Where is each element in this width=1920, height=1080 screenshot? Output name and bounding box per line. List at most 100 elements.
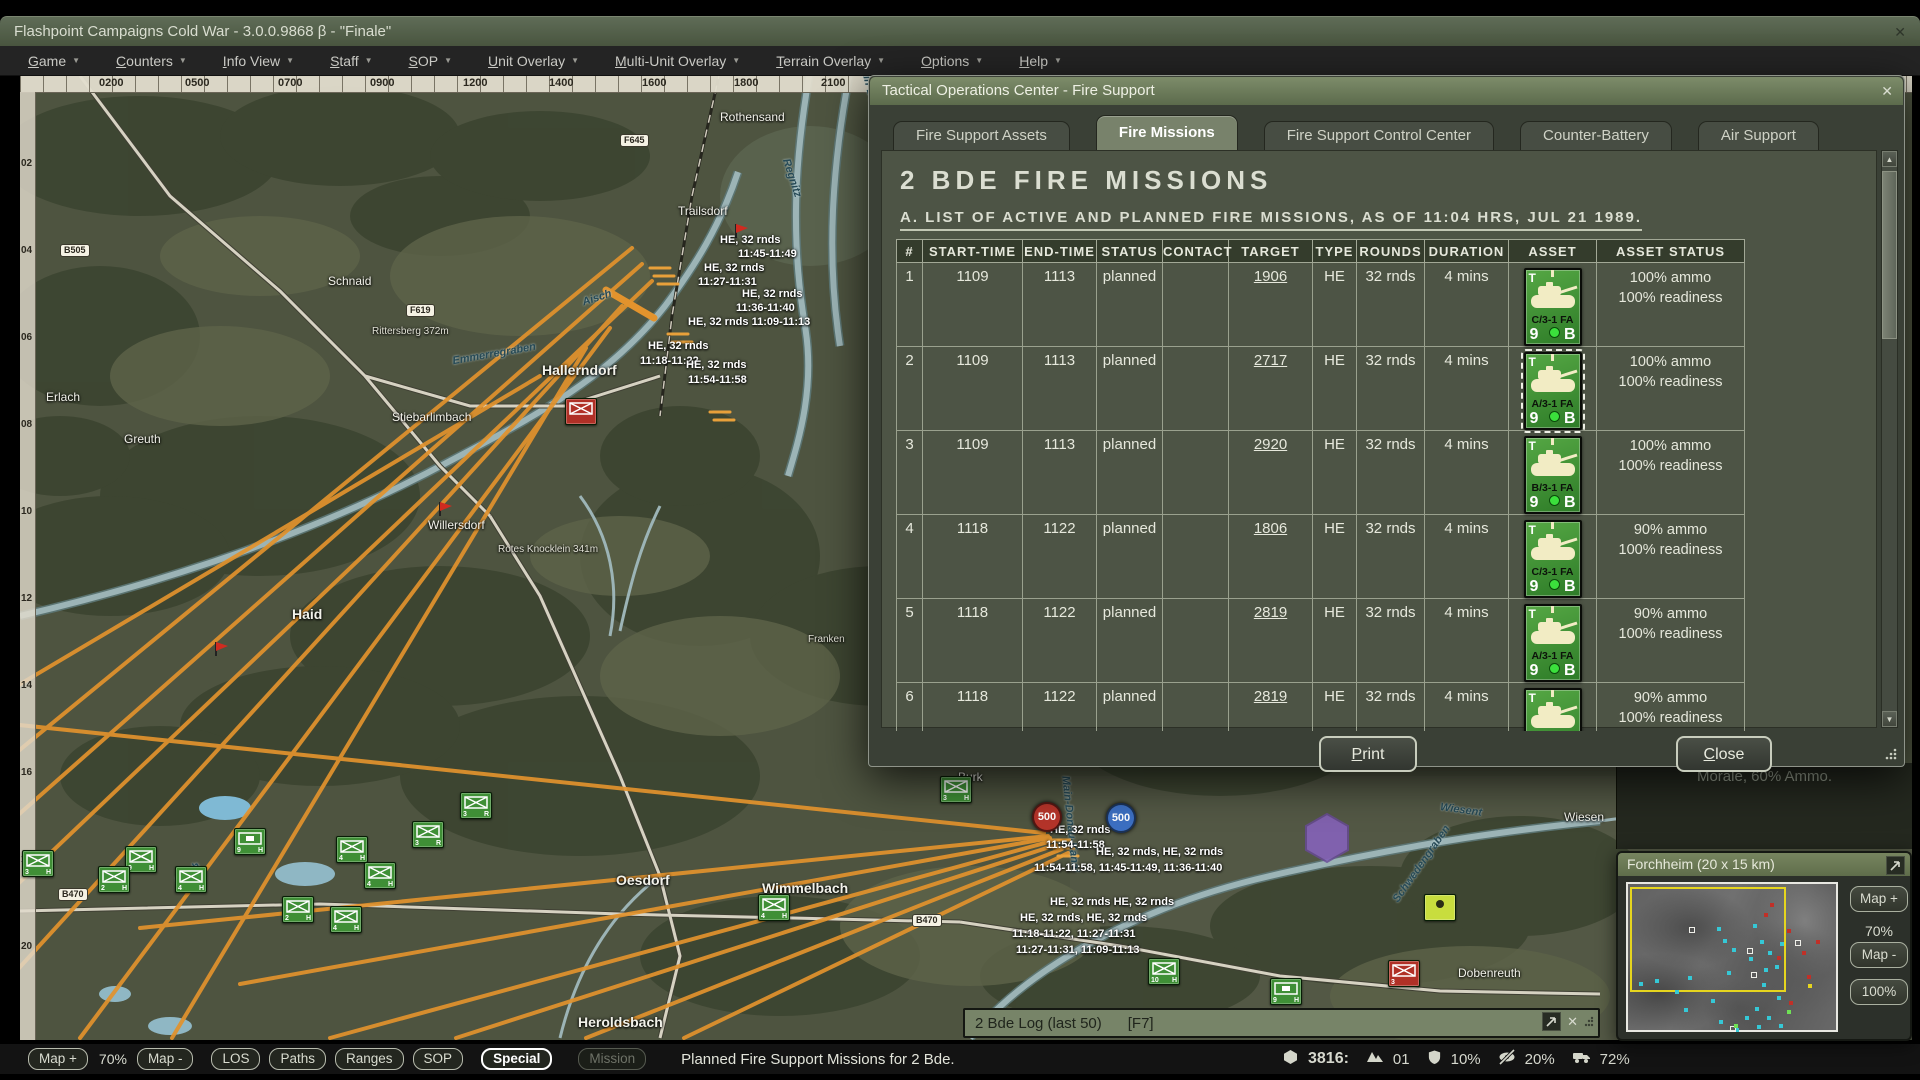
minimap-map[interactable] [1626,882,1838,1032]
target-link[interactable]: 1806 [1254,520,1287,537]
toolbar-button-los[interactable]: LOS [211,1048,260,1070]
fire-mission-row[interactable]: 411181122planned1806HE32 rnds4 minsTC/3-… [897,515,1745,599]
minimap-unit-dot [1747,948,1753,954]
menu-multi-unit-overlay[interactable]: Multi-Unit Overlay▼ [615,53,740,69]
rounds-cell: 32 rnds [1357,683,1425,732]
asset-unit-counter[interactable]: TA/3-1 FA9B [1524,352,1582,430]
minimap-unit-dot [1789,1001,1793,1005]
tab-counter-battery[interactable]: Counter-Battery [1520,121,1672,150]
asset-unit-counter[interactable]: TB/3-1 FA9B [1524,688,1582,731]
fire-mission-annotation: HE, 32 rnds [704,262,765,274]
minimap-titlebar[interactable]: Forchheim (20 x 15 km) [1618,853,1910,876]
fire-mission-row[interactable]: 511181122planned2819HE32 rnds4 minsTA/3-… [897,599,1745,683]
minimap-unit-dot [1808,984,1812,988]
dialog-scrollbar[interactable]: ▲ ▼ [1881,150,1898,728]
menu-info-view[interactable]: Info View▼ [223,53,294,69]
menu-sop[interactable]: SOP▼ [409,53,453,69]
log-resize-grip[interactable] [1584,1016,1594,1028]
log-close-icon[interactable]: ✕ [1567,1014,1578,1030]
toolbar-button-map[interactable]: Map - [137,1048,194,1070]
map-unit-counter[interactable]: 4H [336,836,368,863]
target-link[interactable]: 2920 [1254,436,1287,453]
map-unit-counter[interactable]: 10H [1148,958,1180,985]
tab-fire-support-control-center[interactable]: Fire Support Control Center [1264,121,1494,150]
toolbar-button-map[interactable]: Map + [28,1048,88,1070]
missions-list-subheading: A. LIST OF ACTIVE AND PLANNED FIRE MISSI… [900,209,1642,231]
map-unit-counter[interactable]: 3 [1388,960,1420,987]
map-unit-counter[interactable]: 9H [234,828,266,855]
start-time-cell: 1109 [923,347,1023,431]
map-unit-counter[interactable]: 2H [98,866,130,893]
minimap-zoom-100-button[interactable]: 100% [1850,979,1908,1005]
expand-icon[interactable] [1542,1012,1561,1031]
scroll-up-button[interactable]: ▲ [1882,151,1897,167]
asset-unit-counter[interactable]: TA/3-1 FA9B [1524,604,1582,682]
close-button[interactable]: Close [1676,736,1772,772]
minimap-unit-dot [1727,971,1731,975]
menu-counters[interactable]: Counters▼ [116,53,187,69]
fire-mission-row[interactable]: 611181122planned2819HE32 rnds4 minsTB/3-… [897,683,1745,732]
fire-support-dialog[interactable]: Tactical Operations Center - Fire Suppor… [868,75,1905,767]
asset-unit-counter[interactable]: TC/3-1 FA9B [1524,520,1582,598]
close-icon[interactable]: ✕ [1881,77,1893,105]
minimap-expand-icon[interactable] [1886,856,1905,875]
end-time-cell: 1113 [1023,431,1097,515]
toolbar-button-special[interactable]: Special [481,1048,552,1070]
map-unit-counter[interactable]: 4H [330,906,362,933]
minimap-zoom-in-button[interactable]: Map + [1850,886,1908,912]
tab-fire-support-assets[interactable]: Fire Support Assets [893,121,1070,150]
asset-status-cell: 100% ammo100% readiness [1597,431,1745,515]
status-cell: planned [1097,263,1163,347]
chevron-down-icon: ▼ [732,56,740,65]
menu-game[interactable]: Game▼ [28,53,80,69]
chevron-down-icon: ▼ [72,56,80,65]
toolbar-button-ranges[interactable]: Ranges [335,1048,404,1070]
map-unit-counter[interactable] [1424,894,1456,921]
map-unit-counter[interactable]: 4H [758,894,790,921]
fire-mission-row[interactable]: 211091113planned2717HE32 rnds4 minsTA/3-… [897,347,1745,431]
menu-staff[interactable]: Staff▼ [330,53,372,69]
fire-missions-table-container: #START-TIMEEND-TIMESTATUSCONTACTTARGETTY… [896,239,1748,731]
asset-unit-counter[interactable]: TC/3-1 FA9B [1524,268,1582,346]
toolbar-button-sop[interactable]: SOP [413,1048,464,1070]
map-unit-counter[interactable]: 3R [412,821,444,848]
asset-unit-counter[interactable]: TB/3-1 FA9B [1524,436,1582,514]
window-close-icon[interactable]: ✕ [1894,17,1906,47]
target-link[interactable]: 2819 [1254,604,1287,621]
rounds-cell: 32 rnds [1357,263,1425,347]
tab-air-support[interactable]: Air Support [1698,121,1819,150]
minimap-zoom-out-button[interactable]: Map - [1850,942,1908,968]
menu-options[interactable]: Options▼ [921,53,983,69]
tab-fire-missions[interactable]: Fire Missions [1096,115,1238,150]
menu-terrain-overlay[interactable]: Terrain Overlay▼ [776,53,885,69]
toolbar-button-paths[interactable]: Paths [269,1048,326,1070]
scroll-down-button[interactable]: ▼ [1882,711,1897,727]
map-unit-counter[interactable]: 2H [282,896,314,923]
target-link[interactable]: 2717 [1254,352,1287,369]
dialog-titlebar[interactable]: Tactical Operations Center - Fire Suppor… [870,77,1903,105]
fire-mission-row[interactable]: 311091113planned2920HE32 rnds4 minsTB/3-… [897,431,1745,515]
map-unit-counter[interactable] [565,398,597,425]
menu-help[interactable]: Help▼ [1019,53,1062,69]
minimap-unit-dot [1760,940,1764,944]
ruler-left-label: 04 [21,245,32,256]
map-unit-counter[interactable]: 3H [940,776,972,803]
bde-log-bar[interactable]: 2 Bde Log (last 50) [F7] ✕ [963,1008,1600,1038]
map-unit-counter[interactable]: 9H [1270,978,1302,1005]
target-cell: 2819 [1229,599,1313,683]
map-unit-counter[interactable]: 4H [175,866,207,893]
target-link[interactable]: 1906 [1254,268,1287,285]
window-titlebar[interactable]: Flashpoint Campaigns Cold War - 3.0.0.98… [0,16,1920,46]
map-town-label: Rittersberg 372m [372,326,449,337]
fire-mission-row[interactable]: 111091113planned1906HE32 rnds4 minsTC/3-… [897,263,1745,347]
resize-grip[interactable] [1884,747,1898,761]
menu-unit-overlay[interactable]: Unit Overlay▼ [488,53,579,69]
map-unit-counter[interactable]: 3H [22,850,54,877]
map-unit-counter[interactable]: 4H [364,862,396,889]
target-link[interactable]: 2819 [1254,688,1287,705]
map-unit-counter[interactable]: 3R [460,792,492,819]
scrollbar-thumb[interactable] [1882,171,1897,339]
counter-top-tick [1551,606,1554,613]
counter-strength: 9 [1530,579,1539,595]
print-button[interactable]: Print [1319,736,1417,772]
